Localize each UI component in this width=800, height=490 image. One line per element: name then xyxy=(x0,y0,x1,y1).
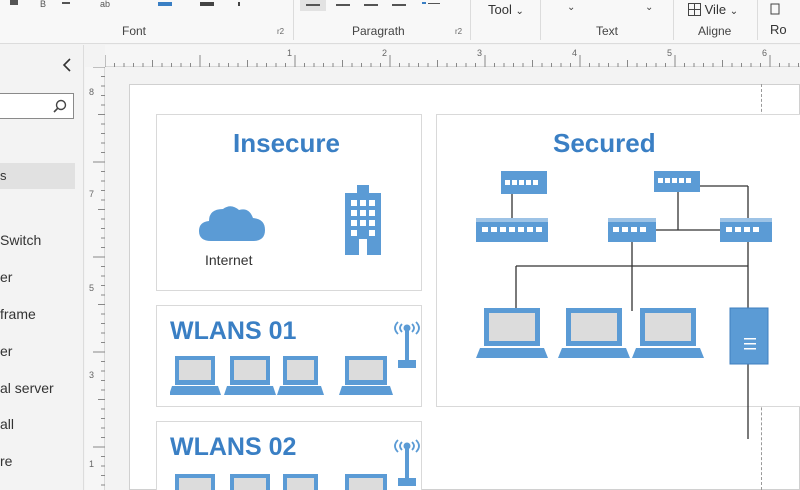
view-button[interactable]: Vile ⌄ xyxy=(688,0,738,20)
group-label-align: Aligne xyxy=(698,24,732,38)
chevron-down-icon: ⌄ xyxy=(729,6,739,17)
ribbon-separator xyxy=(470,0,471,40)
insecure-title[interactable]: Insecure xyxy=(233,128,340,159)
group-label-text: Text xyxy=(596,24,619,38)
tool-button-label: Tool xyxy=(488,2,512,17)
laptop-icon xyxy=(224,356,276,395)
laptop-icon xyxy=(283,474,318,490)
horizontal-ruler[interactable]: 1 2 3 4 5 6 xyxy=(105,45,800,67)
group-label-font: Font xyxy=(122,24,147,38)
stencil-item[interactable]: al server xyxy=(0,380,54,396)
rotate-button[interactable]: Ro xyxy=(770,0,800,37)
switch-icon xyxy=(608,218,656,242)
rotate-button-label: Ro xyxy=(770,22,787,37)
ruler-number: 8 xyxy=(89,87,95,97)
ribbon-separator xyxy=(757,0,758,40)
ruler-number: 1 xyxy=(287,48,293,58)
secured-network-diagram[interactable] xyxy=(436,114,800,444)
stencil-item[interactable]: frame xyxy=(0,306,36,322)
wlan2-title[interactable]: WLANS 02 xyxy=(170,433,296,462)
shapes-panel: s Switch er frame er al server all re xyxy=(0,45,84,490)
laptop-icon xyxy=(277,356,324,395)
laptop-icon xyxy=(170,356,221,395)
view-button-label: Vile xyxy=(704,2,727,17)
stencil-item[interactable]: er xyxy=(0,269,12,285)
laptop-icon xyxy=(339,356,393,395)
ruler-number: 1 xyxy=(89,459,95,469)
stencil-item[interactable]: re xyxy=(0,453,12,469)
stencil-item[interactable]: all xyxy=(0,416,14,432)
grid-icon xyxy=(688,3,701,16)
wlan1-title[interactable]: WLANS 01 xyxy=(170,317,296,346)
chevron-down-icon[interactable]: ⌄ xyxy=(645,2,653,13)
laptop-icon xyxy=(558,308,630,358)
chevron-down-icon: ⌄ xyxy=(515,6,524,17)
ruler-number: 5 xyxy=(667,48,673,58)
stencil-item[interactable]: Switch xyxy=(0,232,41,248)
cloud-icon[interactable] xyxy=(197,203,267,243)
chevron-left-icon[interactable] xyxy=(60,57,74,73)
paragraph-align-icons[interactable] xyxy=(300,0,450,12)
ribbon: B ab Font r2 Paragrath r2 Tool ⌄ ⌄ ⌄ Tex… xyxy=(0,0,800,44)
switch-icon xyxy=(501,171,547,194)
ribbon-separator xyxy=(293,0,294,40)
search-input[interactable] xyxy=(0,93,74,119)
laptop-icon xyxy=(345,474,387,490)
rotate-icon xyxy=(770,3,780,15)
vertical-ruler[interactable]: 8 7 5 3 1 xyxy=(85,67,105,490)
selected-stencil-item[interactable]: s xyxy=(0,163,75,189)
laptop-icon xyxy=(175,474,215,490)
ruler-number: 3 xyxy=(89,370,95,380)
tool-button[interactable]: Tool ⌄ xyxy=(488,0,524,20)
wlan1-laptops[interactable] xyxy=(170,354,395,398)
wireless-access-point-icon[interactable] xyxy=(390,318,424,370)
laptop-icon xyxy=(230,474,270,490)
group-label-paragraph: Paragrath xyxy=(352,24,405,38)
building-icon[interactable] xyxy=(345,185,381,257)
laptop-icon xyxy=(632,308,704,358)
ruler-ticks xyxy=(105,55,799,67)
ruler-ticks xyxy=(93,67,105,486)
ruler-number: 3 xyxy=(477,48,483,58)
switch-icon xyxy=(720,218,772,242)
font-format-icons[interactable]: B ab xyxy=(0,0,240,12)
ribbon-separator xyxy=(540,0,541,40)
cloud-label: Internet xyxy=(205,252,253,268)
search-icon xyxy=(53,99,67,113)
server-icon xyxy=(729,307,769,365)
font-dialog-launcher-icon[interactable]: r2 xyxy=(277,27,284,36)
wireless-access-point-icon[interactable] xyxy=(390,436,424,486)
ruler-number: 7 xyxy=(89,189,95,199)
switch-icon xyxy=(476,218,548,242)
ruler-number: 4 xyxy=(572,48,578,58)
chevron-down-icon[interactable]: ⌄ xyxy=(567,2,575,13)
ruler-number: 6 xyxy=(762,48,768,58)
ruler-number: 2 xyxy=(382,48,388,58)
svg-text:B: B xyxy=(40,0,46,9)
ruler-number: 5 xyxy=(89,283,95,293)
wlan2-laptops[interactable] xyxy=(170,472,395,490)
ribbon-separator xyxy=(673,0,674,40)
svg-text:ab: ab xyxy=(100,0,110,9)
stencil-item[interactable]: er xyxy=(0,343,12,359)
switch-icon xyxy=(654,171,700,192)
laptop-icon xyxy=(476,308,548,358)
paragraph-dialog-launcher-icon[interactable]: r2 xyxy=(455,27,462,36)
